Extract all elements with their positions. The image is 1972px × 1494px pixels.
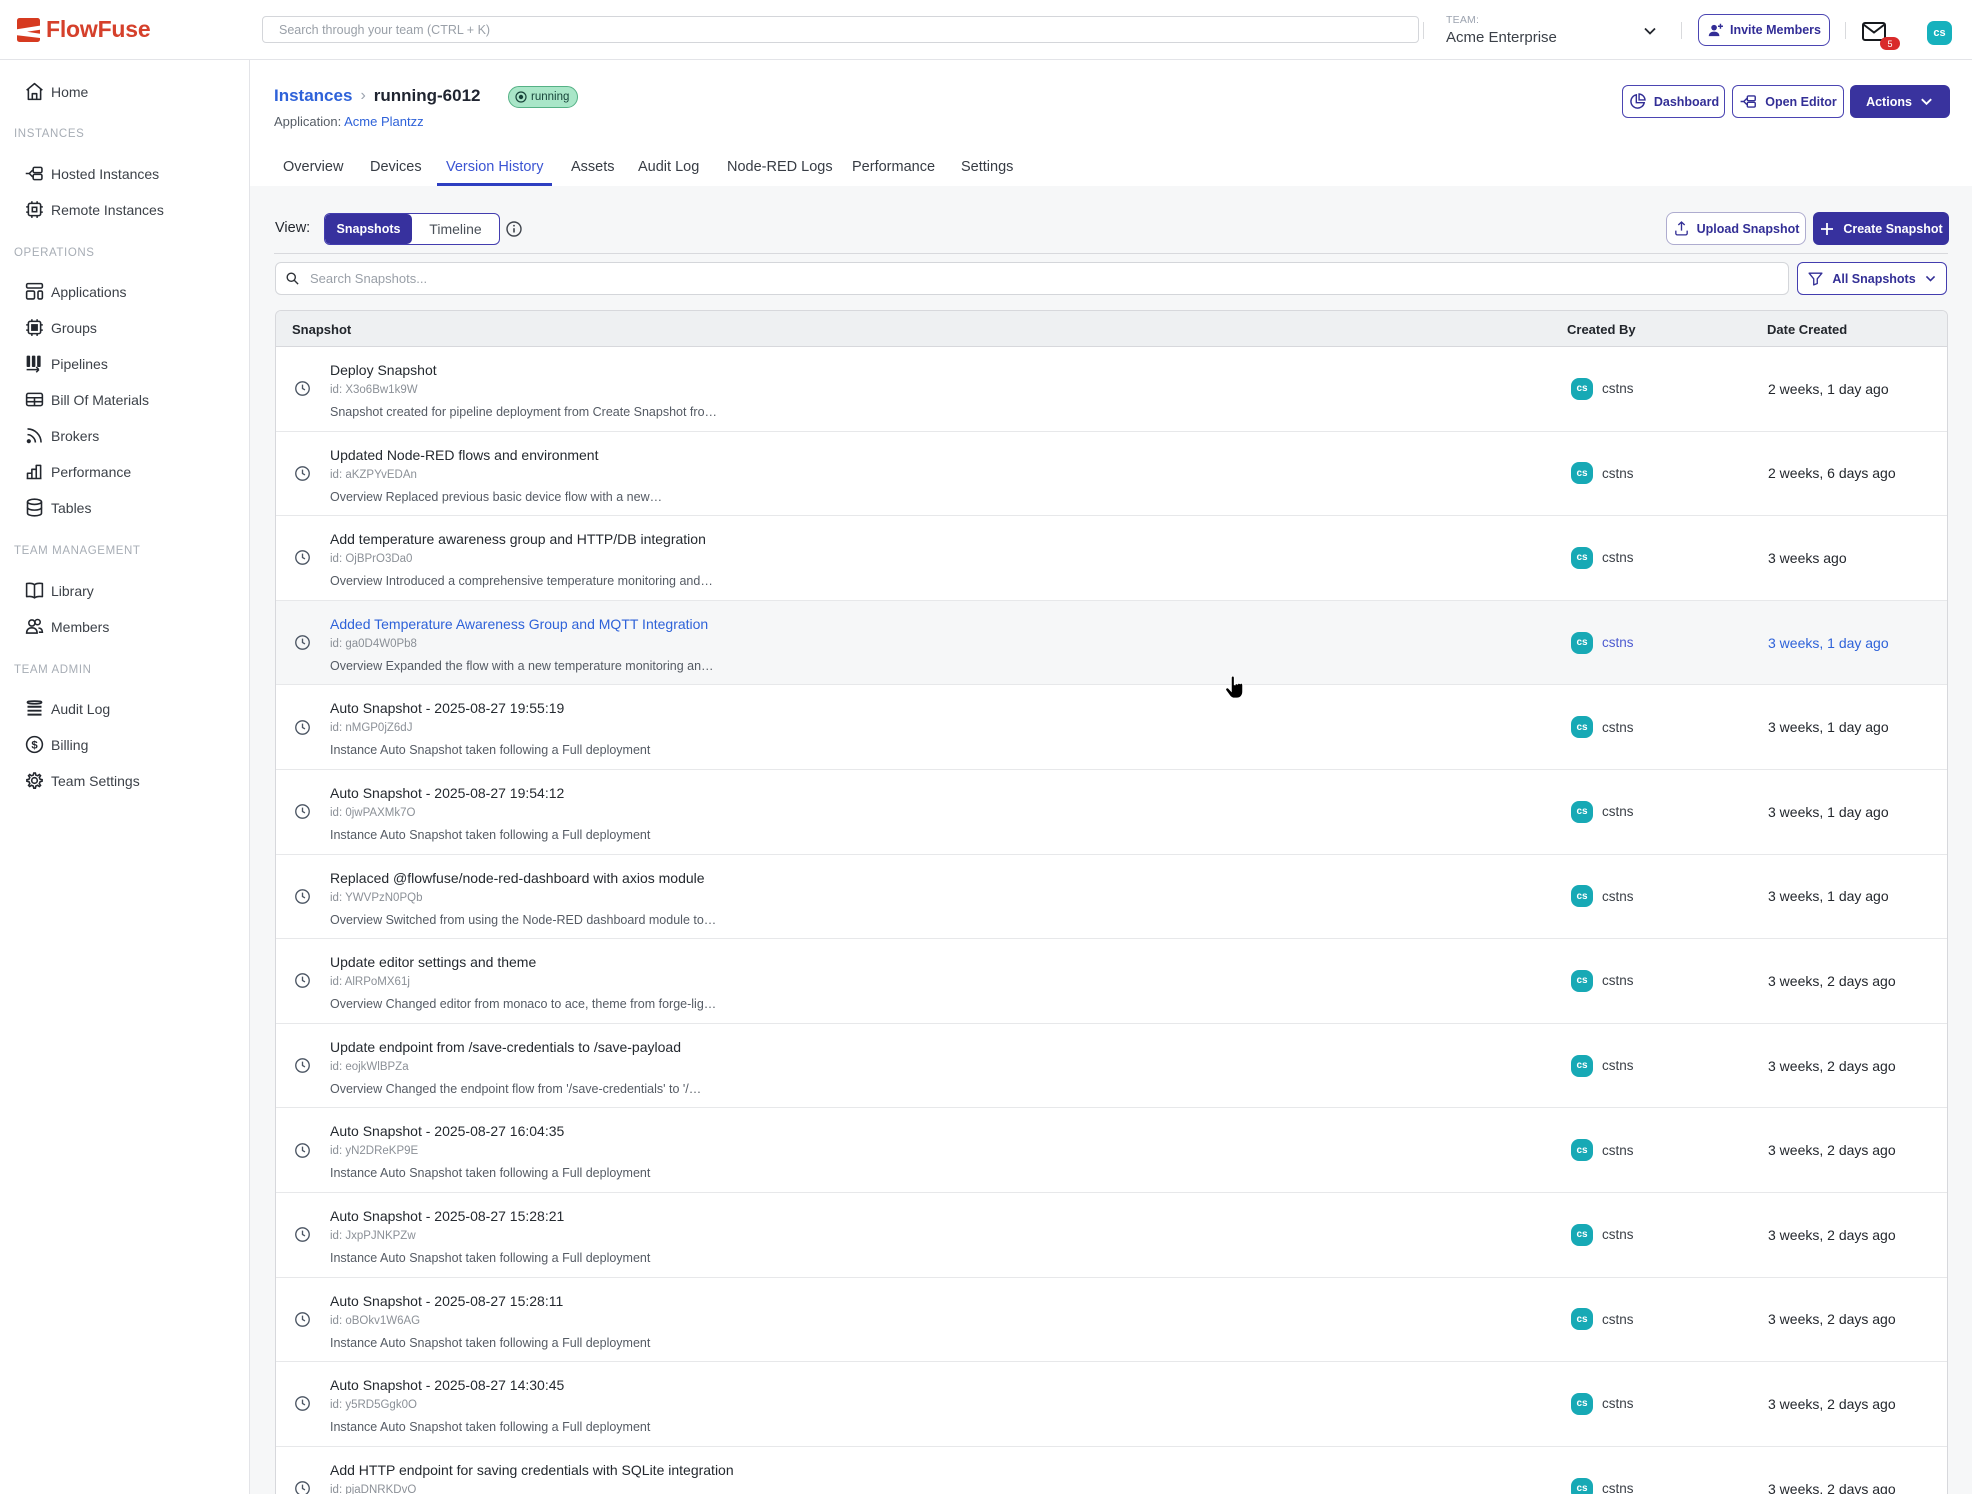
svg-text:$: $: [31, 739, 38, 751]
